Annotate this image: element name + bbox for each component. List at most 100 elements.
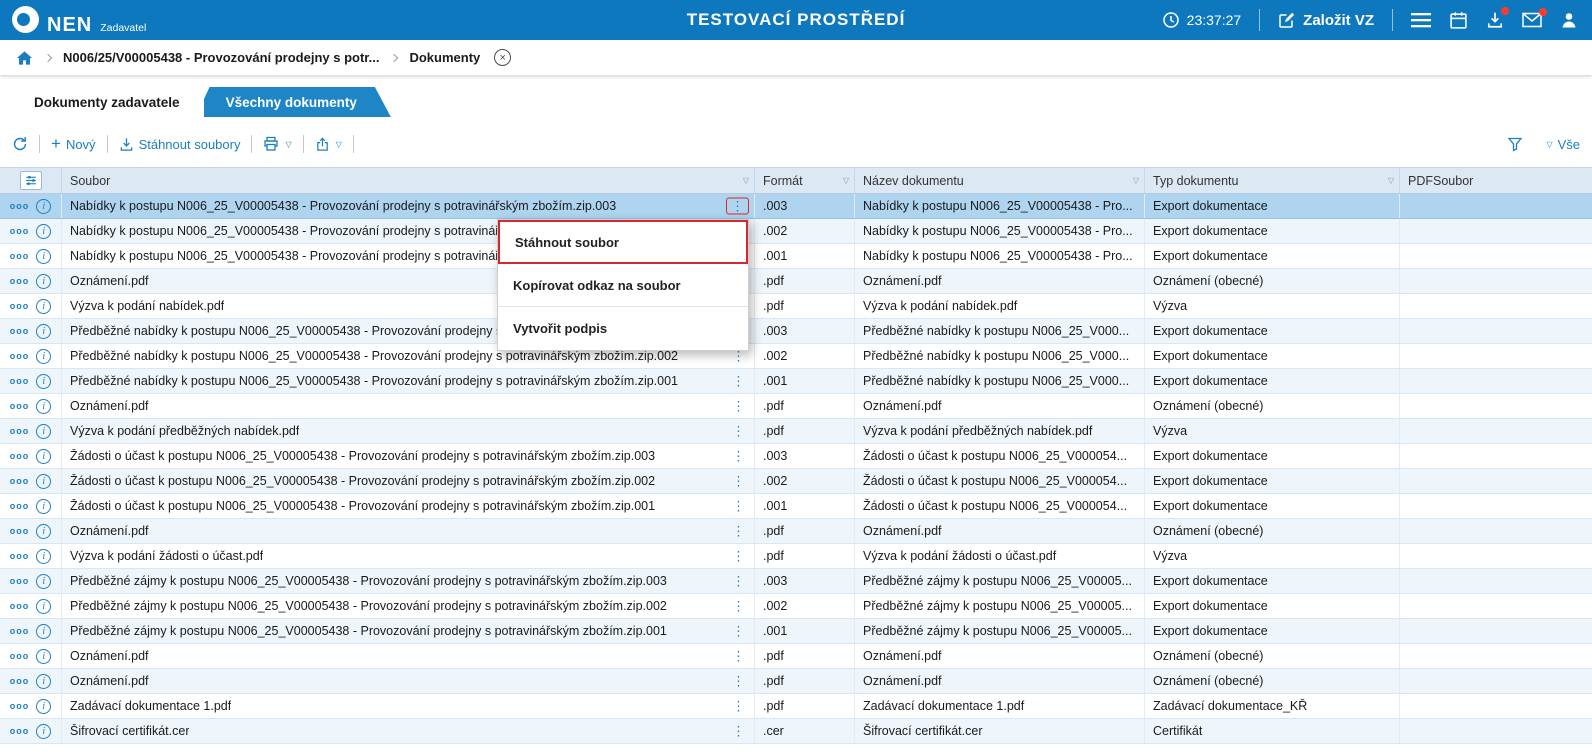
- row-info-icon[interactable]: i: [36, 449, 51, 464]
- row-kebab-icon[interactable]: ⋮: [728, 649, 749, 664]
- row-info-icon[interactable]: i: [36, 574, 51, 589]
- column-header-typ[interactable]: Typ dokumentu ▽: [1145, 168, 1400, 193]
- table-row[interactable]: ooo i Nabídky k postupu N006_25_V0000543…: [0, 219, 1592, 244]
- row-more-actions-icon[interactable]: ooo: [10, 376, 30, 386]
- refresh-button[interactable]: [12, 136, 28, 152]
- row-info-icon[interactable]: i: [36, 424, 51, 439]
- row-kebab-icon[interactable]: ⋮: [728, 374, 749, 389]
- row-more-actions-icon[interactable]: ooo: [10, 526, 30, 536]
- column-header-soubor[interactable]: Soubor ▽: [62, 168, 755, 193]
- column-filter-icon[interactable]: ▽: [1388, 176, 1394, 185]
- row-info-icon[interactable]: i: [36, 649, 51, 664]
- row-kebab-icon[interactable]: ⋮: [728, 399, 749, 414]
- row-more-actions-icon[interactable]: ooo: [10, 226, 30, 236]
- row-kebab-icon[interactable]: ⋮: [728, 699, 749, 714]
- row-kebab-icon[interactable]: ⋮: [728, 549, 749, 564]
- brand[interactable]: NEN Zadavatel: [12, 6, 146, 35]
- table-row[interactable]: ooo i Žádosti o účast k postupu N006_25_…: [0, 494, 1592, 519]
- row-more-actions-icon[interactable]: ooo: [10, 451, 30, 461]
- breadcrumb-current[interactable]: Dokumenty: [409, 50, 480, 65]
- row-info-icon[interactable]: i: [36, 274, 51, 289]
- row-more-actions-icon[interactable]: ooo: [10, 351, 30, 361]
- row-info-icon[interactable]: i: [36, 624, 51, 639]
- row-more-actions-icon[interactable]: ooo: [10, 726, 30, 736]
- row-kebab-icon[interactable]: ⋮: [728, 674, 749, 689]
- row-more-actions-icon[interactable]: ooo: [10, 626, 30, 636]
- table-row[interactable]: ooo i Žádosti o účast k postupu N006_25_…: [0, 444, 1592, 469]
- table-row[interactable]: ooo i Výzva k podání předběžných nabídek…: [0, 419, 1592, 444]
- row-info-icon[interactable]: i: [36, 199, 51, 214]
- column-filter-icon[interactable]: ▽: [743, 176, 749, 185]
- create-vz-button[interactable]: Založit VZ: [1278, 11, 1374, 29]
- row-kebab-icon[interactable]: ⋮: [728, 599, 749, 614]
- table-row[interactable]: ooo i Oznámení.pdf ⋮ .pdf Oznámení.pdf O…: [0, 269, 1592, 294]
- row-kebab-icon[interactable]: ⋮: [728, 474, 749, 489]
- filter-funnel-icon[interactable]: [1507, 136, 1523, 152]
- table-row[interactable]: ooo i Oznámení.pdf ⋮ .pdf Oznámení.pdf O…: [0, 519, 1592, 544]
- row-info-icon[interactable]: i: [36, 499, 51, 514]
- row-more-actions-icon[interactable]: ooo: [10, 326, 30, 336]
- row-kebab-icon[interactable]: ⋮: [728, 724, 749, 739]
- row-more-actions-icon[interactable]: ooo: [10, 701, 30, 711]
- row-more-actions-icon[interactable]: ooo: [10, 201, 30, 211]
- table-row[interactable]: ooo i Předběžné nabídky k postupu N006_2…: [0, 369, 1592, 394]
- table-row[interactable]: ooo i Výzva k podání nabídek.pdf ⋮ .pdf …: [0, 294, 1592, 319]
- row-info-icon[interactable]: i: [36, 699, 51, 714]
- context-menu-item-download[interactable]: Stáhnout soubor: [498, 220, 748, 264]
- table-row[interactable]: ooo i Předběžné nabídky k postupu N006_2…: [0, 319, 1592, 344]
- export-button[interactable]: ▽: [315, 137, 342, 152]
- row-kebab-icon[interactable]: ⋮: [728, 424, 749, 439]
- column-header-format[interactable]: Formát ▽: [755, 168, 855, 193]
- row-kebab-icon[interactable]: ⋮: [726, 198, 749, 215]
- column-header-nazev[interactable]: Název dokumentu ▽: [855, 168, 1145, 193]
- user-profile-icon[interactable]: [1560, 11, 1578, 29]
- row-more-actions-icon[interactable]: ooo: [10, 476, 30, 486]
- row-info-icon[interactable]: i: [36, 724, 51, 739]
- row-info-icon[interactable]: i: [36, 224, 51, 239]
- table-row[interactable]: ooo i Nabídky k postupu N006_25_V0000543…: [0, 194, 1592, 219]
- column-header-pdfsoubor[interactable]: PDFSoubor: [1400, 168, 1592, 193]
- table-row[interactable]: ooo i Nabídky k postupu N006_25_V0000543…: [0, 244, 1592, 269]
- row-info-icon[interactable]: i: [36, 599, 51, 614]
- close-breadcrumb-icon[interactable]: ×: [494, 49, 511, 66]
- print-button[interactable]: ▽: [263, 136, 291, 152]
- row-more-actions-icon[interactable]: ooo: [10, 676, 30, 686]
- row-info-icon[interactable]: i: [36, 474, 51, 489]
- row-info-icon[interactable]: i: [36, 249, 51, 264]
- row-kebab-icon[interactable]: ⋮: [728, 499, 749, 514]
- row-info-icon[interactable]: i: [36, 299, 51, 314]
- tab-dokumenty-zadavatele[interactable]: Dokumenty zadavatele: [10, 87, 204, 117]
- row-more-actions-icon[interactable]: ooo: [10, 251, 30, 261]
- tab-vsechny-dokumenty[interactable]: Všechny dokumenty: [196, 87, 391, 117]
- row-more-actions-icon[interactable]: ooo: [10, 651, 30, 661]
- table-row[interactable]: ooo i Předběžné zájmy k postupu N006_25_…: [0, 594, 1592, 619]
- row-info-icon[interactable]: i: [36, 349, 51, 364]
- breadcrumb-procedure[interactable]: N006/25/V00005438 - Provozování prodejny…: [63, 50, 379, 65]
- row-info-icon[interactable]: i: [36, 549, 51, 564]
- row-more-actions-icon[interactable]: ooo: [10, 401, 30, 411]
- home-icon[interactable]: [16, 50, 33, 66]
- table-row[interactable]: ooo i Šifrovací certifikát.cer ⋮ .cer Ši…: [0, 719, 1592, 744]
- row-more-actions-icon[interactable]: ooo: [10, 501, 30, 511]
- menu-hamburger-icon[interactable]: [1411, 12, 1431, 28]
- row-info-icon[interactable]: i: [36, 524, 51, 539]
- session-clock[interactable]: 23:37:27: [1162, 11, 1242, 29]
- table-row[interactable]: ooo i Zadávací dokumentace 1.pdf ⋮ .pdf …: [0, 694, 1592, 719]
- table-row[interactable]: ooo i Předběžné zájmy k postupu N006_25_…: [0, 619, 1592, 644]
- row-more-actions-icon[interactable]: ooo: [10, 426, 30, 436]
- row-more-actions-icon[interactable]: ooo: [10, 551, 30, 561]
- context-menu-item-create-signature[interactable]: Vytvořit podpis: [498, 307, 748, 350]
- column-filter-icon[interactable]: ▽: [843, 176, 849, 185]
- row-kebab-icon[interactable]: ⋮: [728, 624, 749, 639]
- table-row[interactable]: ooo i Oznámení.pdf ⋮ .pdf Oznámení.pdf O…: [0, 669, 1592, 694]
- calendar-icon[interactable]: [1449, 11, 1468, 30]
- table-row[interactable]: ooo i Předběžné zájmy k postupu N006_25_…: [0, 569, 1592, 594]
- downloads-icon[interactable]: [1486, 11, 1504, 29]
- row-kebab-icon[interactable]: ⋮: [728, 574, 749, 589]
- row-kebab-icon[interactable]: ⋮: [728, 449, 749, 464]
- column-filter-icon[interactable]: ▽: [1133, 176, 1139, 185]
- table-row[interactable]: ooo i Oznámení.pdf ⋮ .pdf Oznámení.pdf O…: [0, 644, 1592, 669]
- view-filter-select[interactable]: ▽ Vše: [1545, 137, 1580, 152]
- row-info-icon[interactable]: i: [36, 324, 51, 339]
- table-row[interactable]: ooo i Žádosti o účast k postupu N006_25_…: [0, 469, 1592, 494]
